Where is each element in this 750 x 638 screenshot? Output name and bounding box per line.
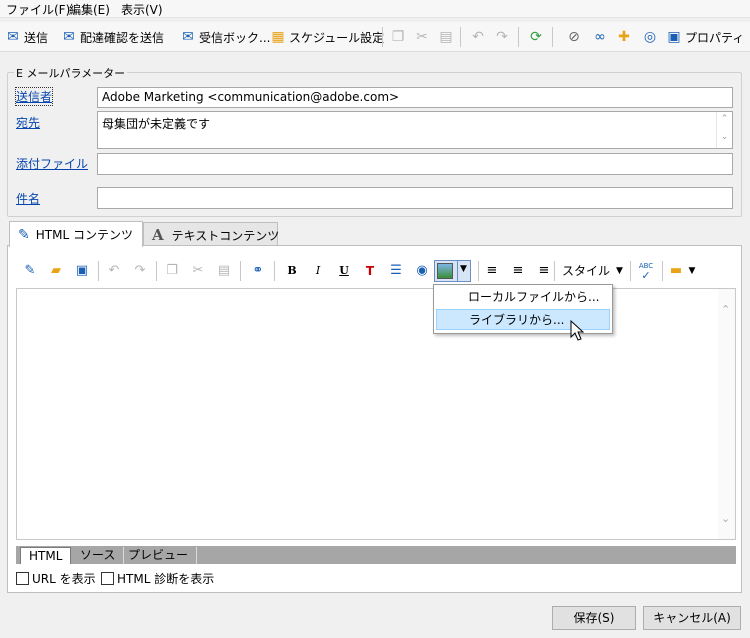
redo-icon[interactable]: ↷: [492, 27, 512, 47]
save-icon[interactable]: ▣: [72, 261, 92, 281]
dropdown-arrow-icon[interactable]: ▼: [682, 261, 702, 281]
tab-html-content[interactable]: ✎ HTML コンテンツ: [9, 221, 143, 247]
text-icon: A: [152, 226, 164, 244]
toolbar-separator: [460, 27, 461, 47]
editor-view-tabs: HTML ソース プレビュー: [16, 546, 736, 564]
tab-text-content[interactable]: A テキストコンテンツ: [143, 222, 279, 247]
align-right-icon[interactable]: ≡: [534, 261, 554, 281]
subject-link[interactable]: 件名: [16, 190, 40, 207]
toolbar-separator: [662, 261, 663, 281]
html-document-icon: ✎: [18, 226, 30, 243]
paste-icon[interactable]: ▤: [214, 261, 234, 281]
tab-preview-view[interactable]: プレビュー: [120, 547, 198, 564]
send-proof-button[interactable]: ✉ 配達確認を送信: [61, 27, 164, 47]
copy-icon[interactable]: ❐: [162, 261, 182, 281]
attachment-link[interactable]: 添付ファイル: [16, 155, 88, 172]
dropdown-arrow-icon: ▼: [460, 264, 467, 274]
insert-link-icon[interactable]: ◉: [412, 261, 432, 281]
menu-file[interactable]: ファイル(F): [6, 1, 70, 18]
inbox-button[interactable]: ✉ 受信ボック...: [180, 27, 270, 47]
underline-button[interactable]: U: [334, 261, 354, 281]
menu-edit[interactable]: 編集(E): [69, 1, 110, 18]
toolbar-separator: [240, 261, 241, 281]
menu-bar: ファイル(F) 編集(E) 表示(V): [0, 0, 750, 18]
tab-html-view[interactable]: HTML: [20, 547, 72, 564]
insert-image-button[interactable]: ▼: [434, 260, 471, 282]
schedule-button[interactable]: ▦ スケジュール設定: [270, 27, 384, 47]
bullet-list-icon[interactable]: ☰: [386, 261, 406, 281]
bold-button[interactable]: B: [282, 261, 302, 281]
new-document-icon[interactable]: ✎: [20, 261, 40, 281]
chevron-down-icon: ▼: [616, 266, 623, 276]
open-folder-icon[interactable]: ▰: [46, 261, 66, 281]
gift-icon[interactable]: ✚: [614, 27, 634, 47]
style-select[interactable]: スタイル ▼: [556, 262, 628, 280]
cancel-button[interactable]: キャンセル(A): [643, 606, 741, 630]
editor-toolbar: ✎ ▰ ▣ ↶ ↷ ❐ ✂ ▤ ⚭ B I U T ☰ ◉ ▼ ≡ ≡ ≡ スタ…: [16, 258, 736, 284]
to-link[interactable]: 宛先: [16, 114, 40, 131]
to-field-scrollbar[interactable]: ⌃ ⌄: [716, 112, 732, 148]
italic-button[interactable]: I: [308, 261, 328, 281]
attachment-icon[interactable]: ⊘: [564, 27, 584, 47]
toolbar-separator: [518, 27, 519, 47]
menu-item-from-local-file[interactable]: ローカルファイルから...: [436, 287, 610, 308]
save-button[interactable]: 保存(S): [552, 606, 636, 630]
cut-icon[interactable]: ✂: [188, 261, 208, 281]
toolbar-separator: [274, 261, 275, 281]
mouse-cursor-icon: [570, 320, 585, 341]
scroll-up-icon[interactable]: ⌃: [721, 303, 730, 316]
menu-view[interactable]: 表示(V): [121, 1, 163, 18]
tab-source-view[interactable]: ソース: [72, 547, 125, 564]
subject-field[interactable]: [97, 187, 733, 209]
attachment-field[interactable]: [97, 153, 733, 175]
paste-icon[interactable]: ▤: [436, 27, 456, 47]
toolbar-separator: [478, 261, 479, 281]
align-left-icon[interactable]: ≡: [482, 261, 502, 281]
undo-icon[interactable]: ↶: [468, 27, 488, 47]
cut-icon[interactable]: ✂: [412, 27, 432, 47]
envelope-icon: ✉: [7, 29, 19, 45]
show-html-diagnostics-checkbox[interactable]: HTML 診断を表示: [101, 570, 214, 587]
calendar-icon: ▦: [271, 29, 285, 45]
toolbar-separator: [552, 27, 553, 47]
find-binoculars-icon[interactable]: ⚭: [248, 261, 268, 281]
show-url-checkbox[interactable]: URL を表示: [16, 570, 96, 587]
toolbar-separator: [98, 261, 99, 281]
tracking-icon[interactable]: ◎: [640, 27, 660, 47]
align-center-icon[interactable]: ≡: [508, 261, 528, 281]
envelope-check-icon: ✉: [63, 29, 75, 45]
properties-button[interactable]: ▣ プロパティ: [666, 27, 744, 47]
clipboard-icon: ▣: [667, 29, 681, 45]
link-icon[interactable]: ∞: [590, 27, 610, 47]
toolbar-separator: [554, 261, 555, 281]
html-editor-area[interactable]: ⌃ ⌄: [16, 288, 736, 540]
spellcheck-button[interactable]: ABC ✓: [636, 261, 656, 281]
sender-link[interactable]: 送信者: [14, 87, 54, 106]
copy-icon[interactable]: ❐: [388, 27, 408, 47]
refresh-icon[interactable]: ⟳: [526, 27, 546, 47]
editor-scrollbar[interactable]: ⌃ ⌄: [718, 289, 735, 539]
toolbar-separator: [382, 27, 383, 47]
main-toolbar: ✉ 送信 ✉ 配達確認を送信 ✉ 受信ボック... ▦ スケジュール設定 ❐ ✂…: [0, 22, 750, 52]
to-field[interactable]: 母集団が未定義です ⌃ ⌄: [97, 111, 733, 149]
inbox-icon: ✉: [182, 29, 194, 45]
sender-field[interactable]: Adobe Marketing <communication@adobe.com…: [97, 87, 733, 108]
image-icon: [437, 263, 453, 279]
toolbar-separator: [156, 261, 157, 281]
redo-icon[interactable]: ↷: [130, 261, 150, 281]
undo-icon[interactable]: ↶: [104, 261, 124, 281]
text-color-icon[interactable]: T: [360, 261, 380, 281]
insert-image-menu: ローカルファイルから... ライブラリから...: [433, 284, 613, 334]
send-button[interactable]: ✉ 送信: [5, 27, 48, 47]
email-parameters-legend: E メールパラメーター: [14, 65, 128, 81]
toolbar-separator: [630, 261, 631, 281]
scroll-down-icon[interactable]: ⌄: [721, 512, 730, 525]
